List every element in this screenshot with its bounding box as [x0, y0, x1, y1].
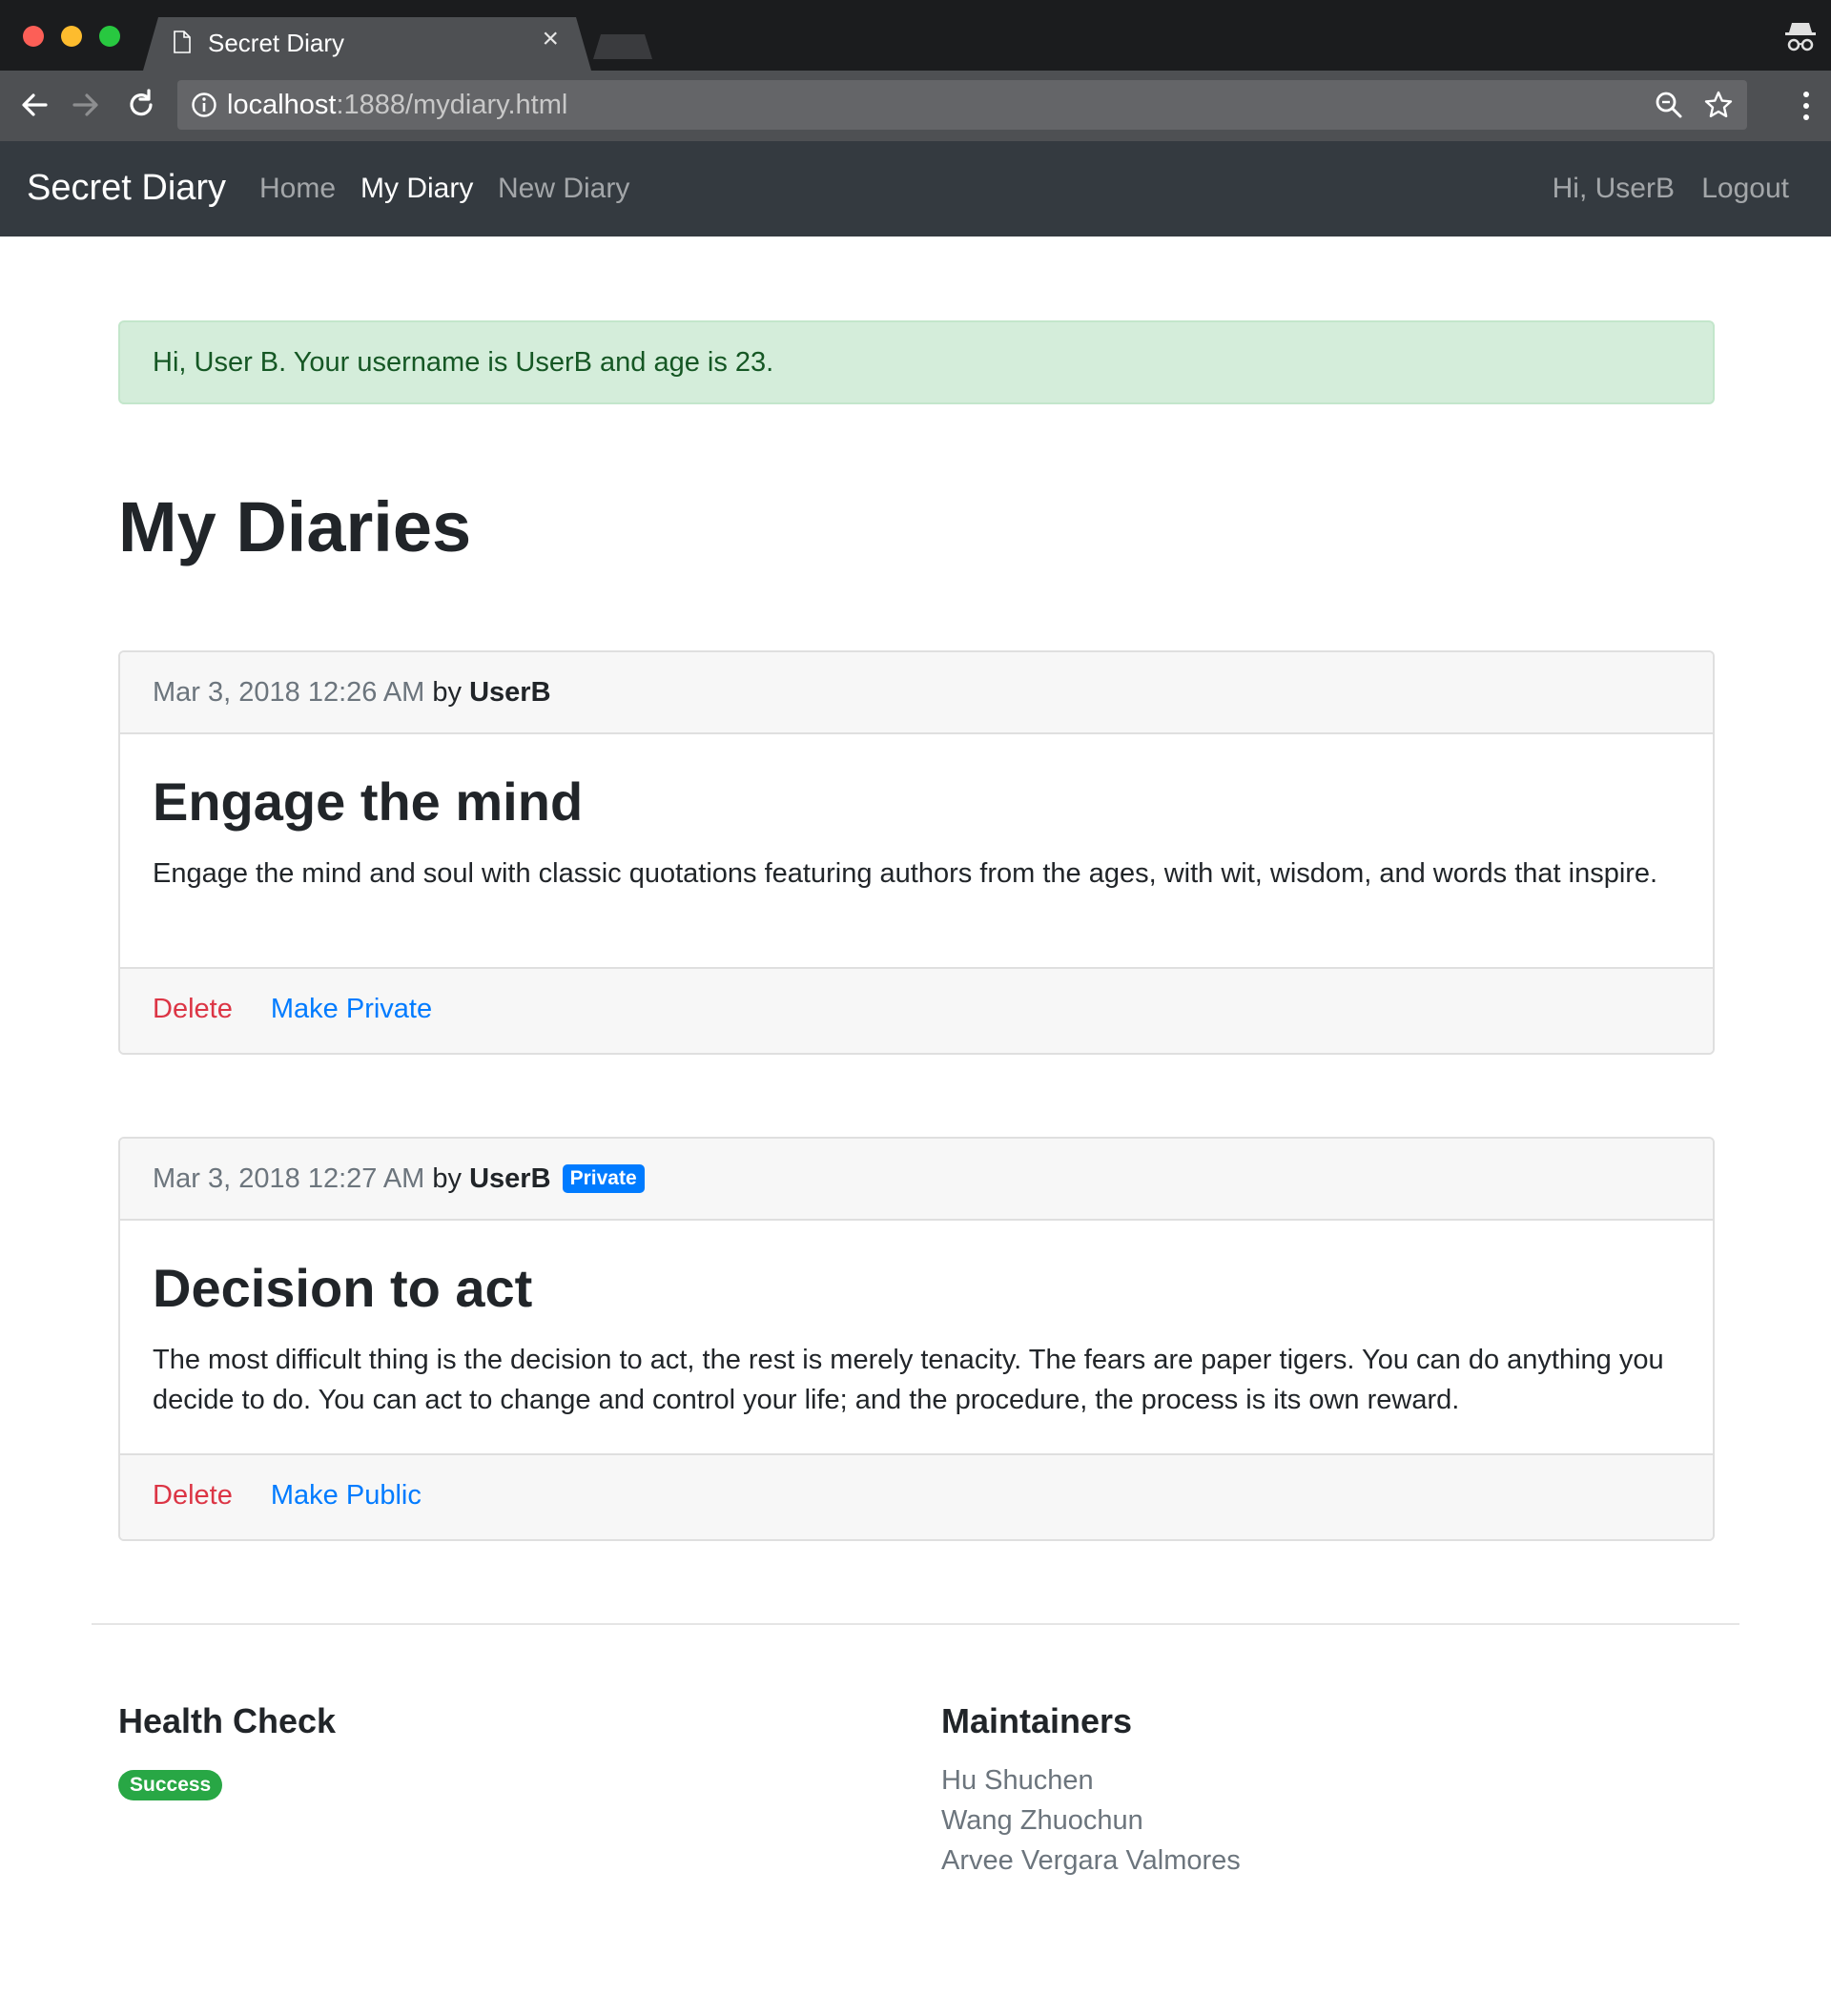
info-icon[interactable]	[191, 92, 217, 118]
brand-link[interactable]: Secret Diary	[27, 168, 226, 209]
delete-diary-link[interactable]: Delete	[153, 1480, 233, 1511]
maintainer-name: Wang Zhuochun	[941, 1805, 1143, 1836]
url-text[interactable]: localhost:1888/mydiary.html	[227, 90, 567, 121]
make-private-link[interactable]: Make Private	[271, 994, 432, 1024]
url-path: :1888/mydiary.html	[336, 90, 568, 120]
health-status-badge: Success	[118, 1770, 223, 1800]
page-title: My Diaries	[118, 487, 472, 566]
maintainer-name: Hu Shuchen	[941, 1765, 1094, 1796]
nav-link-home[interactable]: Home	[259, 173, 336, 205]
browser-titlebar: Secret Diary ×	[0, 0, 1831, 71]
nav-link-new-diary[interactable]: New Diary	[498, 173, 629, 205]
browser-toolbar: localhost:1888/mydiary.html	[0, 71, 1831, 141]
new-tab-button[interactable]	[593, 34, 652, 59]
health-check-heading: Health Check	[118, 1701, 337, 1740]
nav-user-greeting[interactable]: Hi, UserB	[1553, 173, 1675, 205]
diary-text: The most difficult thing is the decision…	[153, 1345, 1664, 1415]
diary-card: Mar 3, 2018 12:26 AM by UserB Engage the…	[118, 650, 1715, 1055]
tab-title: Secret Diary	[208, 29, 345, 57]
back-arrow-icon[interactable]	[17, 88, 51, 122]
maintainers-heading: Maintainers	[941, 1701, 1133, 1740]
diary-card-footer: Delete Make Private	[120, 967, 1713, 1053]
diary-card-header: Mar 3, 2018 12:26 AM by UserB	[120, 652, 1713, 734]
diary-by-label: by	[432, 677, 463, 708]
welcome-alert: Hi, User B. Your username is UserB and a…	[118, 320, 1715, 404]
maintainers-list: Hu Shuchen Wang Zhuochun Arvee Vergara V…	[941, 1760, 1241, 1881]
diary-card-body: Decision to act The most difficult thing…	[120, 1221, 1713, 1453]
url-host: localhost	[227, 90, 337, 120]
private-badge: Private	[562, 1164, 645, 1193]
make-public-link[interactable]: Make Public	[271, 1480, 422, 1511]
close-window-button[interactable]	[23, 26, 44, 47]
footer-divider	[92, 1623, 1739, 1625]
health-check-section: Health Check Success	[118, 1701, 336, 1800]
maintainer-name: Arvee Vergara Valmores	[941, 1845, 1241, 1876]
browser-tab[interactable]: Secret Diary ×	[143, 17, 591, 71]
diary-card-body: Engage the mind Engage the mind and soul…	[120, 734, 1713, 967]
reload-icon[interactable]	[124, 88, 158, 122]
diary-text: Engage the mind and soul with classic qu…	[153, 858, 1658, 889]
diary-author: UserB	[469, 1163, 551, 1194]
zoom-icon[interactable]	[1654, 90, 1684, 120]
star-icon[interactable]	[1703, 90, 1734, 120]
delete-diary-link[interactable]: Delete	[153, 994, 233, 1024]
diary-by-label: by	[432, 1163, 463, 1194]
minimize-window-button[interactable]	[61, 26, 82, 47]
nav-link-logout[interactable]: Logout	[1701, 173, 1789, 205]
site-navbar: Secret Diary Home My Diary New Diary Hi,…	[0, 141, 1831, 237]
nav-link-my-diary[interactable]: My Diary	[360, 173, 473, 205]
diary-author: UserB	[469, 677, 551, 708]
diary-card: Mar 3, 2018 12:27 AM by UserB Private De…	[118, 1137, 1715, 1541]
diary-date: Mar 3, 2018 12:27 AM	[153, 1163, 425, 1194]
document-icon	[174, 31, 191, 53]
diary-card-footer: Delete Make Public	[120, 1453, 1713, 1539]
maintainers-section: Maintainers Hu Shuchen Wang Zhuochun Arv…	[941, 1701, 1241, 1881]
forward-arrow-icon[interactable]	[69, 88, 103, 122]
diary-title: Engage the mind	[153, 771, 584, 832]
diary-title: Decision to act	[153, 1258, 533, 1318]
maximize-window-button[interactable]	[99, 26, 120, 47]
address-bar[interactable]: localhost:1888/mydiary.html	[177, 80, 1747, 130]
more-menu-icon[interactable]	[1802, 90, 1810, 122]
diary-card-header: Mar 3, 2018 12:27 AM by UserB Private	[120, 1139, 1713, 1221]
incognito-icon	[1785, 23, 1816, 51]
close-icon[interactable]: ×	[542, 25, 559, 53]
diary-date: Mar 3, 2018 12:26 AM	[153, 677, 425, 708]
